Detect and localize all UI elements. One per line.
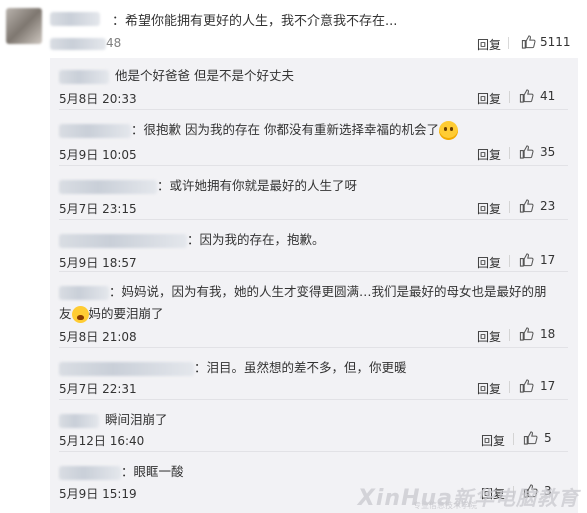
watermark-latin: XinHua (357, 486, 453, 511)
like-count: 17 (540, 378, 556, 393)
reply-list: 他是个好爸爸 但是不是个好丈夫 5月8日 20:33 回复 41 ：很抱歉 因为… (50, 58, 578, 513)
comment-date: 5月8日 21:08 (59, 330, 137, 344)
like-button[interactable]: 18 (519, 326, 555, 341)
list-item: 他是个好爸爸 但是不是个好丈夫 5月8日 20:33 回复 41 (50, 58, 578, 110)
sad-emoji-icon (438, 121, 458, 140)
list-item: ：因为我的存在，抱歉。 5月9日 18:57 回复 17 (50, 220, 578, 272)
username-blurred[interactable] (50, 12, 100, 26)
comment-text: ：眼眶一酸 (121, 464, 184, 479)
comment-date: 5月8日 20:33 (59, 92, 137, 106)
like-button[interactable]: 41 (519, 88, 555, 103)
comment-date: 48 (50, 36, 121, 50)
like-button[interactable]: 23 (519, 198, 555, 213)
comment-text: 瞬间泪崩了 (105, 412, 168, 427)
like-count: 23 (540, 198, 556, 213)
watermark-cn: 新华电脑教育 (453, 486, 579, 510)
username-blurred[interactable] (59, 465, 121, 480)
username-blurred[interactable] (59, 69, 109, 84)
top-comment: ：希望你能拥有更好的人生，我不介意我不存在... 48 回复 5111 (0, 0, 587, 58)
like-count: 35 (540, 144, 556, 159)
username-blurred[interactable] (59, 179, 157, 194)
reply-button[interactable]: 回复 (477, 200, 501, 217)
like-button[interactable]: 5111 (521, 34, 571, 49)
like-button[interactable]: 17 (519, 378, 555, 393)
comment-text: ：希望你能拥有更好的人生，我不介意我不存在... (112, 14, 398, 29)
comment-date: 5月9日 10:05 (59, 148, 137, 162)
like-count: 41 (540, 88, 556, 103)
divider (509, 147, 510, 159)
divider (508, 37, 509, 49)
divider (509, 329, 510, 341)
comment-date: 5月9日 15:19 (59, 487, 137, 501)
comment-text-cont: 妈的要泪崩了 (88, 306, 164, 321)
username-blurred[interactable] (59, 233, 187, 248)
date-blurred (50, 37, 106, 50)
thumbs-up-icon (519, 199, 534, 213)
comment-text: 他是个好爸爸 但是不是个好丈夫 (115, 68, 294, 83)
comment-text: ：因为我的存在，抱歉。 (187, 232, 325, 247)
divider (513, 433, 514, 445)
divider (509, 201, 510, 213)
comment-text: ：很抱歉 因为我的存在 你都没有重新选择幸福的机会了 (131, 122, 439, 137)
reply-button[interactable]: 回复 (477, 380, 501, 397)
list-item: ：泪目。虽然想的差不多，但，你更暖 5月7日 22:31 回复 17 (50, 348, 578, 400)
like-count: 18 (540, 326, 556, 341)
thumbs-up-icon (519, 327, 534, 341)
comment-text: ：泪目。虽然想的差不多，但，你更暖 (194, 360, 407, 375)
username-blurred[interactable] (59, 413, 99, 428)
like-count: 5111 (540, 34, 571, 49)
divider (509, 381, 510, 393)
comment-date: 5月9日 18:57 (59, 256, 137, 270)
comment-text: ：或许她拥有你就是最好的人生了呀 (157, 178, 358, 193)
like-button[interactable]: 17 (519, 252, 555, 267)
reply-button[interactable]: 回复 (481, 432, 505, 449)
comment-date: 5月12日 16:40 (59, 434, 145, 448)
username-blurred[interactable] (59, 123, 131, 138)
divider (509, 91, 510, 103)
crying-emoji-icon (71, 306, 89, 323)
avatar[interactable] (6, 8, 42, 44)
comment-date: 5月7日 22:31 (59, 382, 137, 396)
thumbs-up-icon (519, 379, 534, 393)
thumbs-up-icon (519, 145, 534, 159)
reply-button[interactable]: 回复 (477, 254, 501, 271)
comment-text: ：妈妈说，因为有我，她的人生才变得更圆满…我们是最好的母女也是最好的朋 (109, 284, 547, 299)
comment-date: 5月7日 23:15 (59, 202, 137, 216)
reply-button[interactable]: 回复 (477, 36, 501, 53)
list-item: ：很抱歉 因为我的存在 你都没有重新选择幸福的机会了 5月9日 10:05 回复… (50, 110, 578, 166)
like-count: 5 (544, 430, 552, 445)
like-button[interactable]: 5 (523, 430, 552, 445)
list-item: ：或许她拥有你就是最好的人生了呀 5月7日 23:15 回复 23 (50, 166, 578, 220)
list-item: 瞬间泪崩了 5月12日 16:40 回复 5 (50, 400, 578, 452)
like-count: 17 (540, 252, 556, 267)
thumbs-up-icon (519, 253, 534, 267)
thumbs-up-icon (521, 35, 536, 49)
username-blurred[interactable] (59, 285, 109, 300)
thumbs-up-icon (519, 89, 534, 103)
watermark-logo: XinHua新华电脑教育 (358, 482, 579, 511)
list-item: ：妈妈说，因为有我，她的人生才变得更圆满…我们是最好的母女也是最好的朋 友 妈的要… (50, 272, 578, 348)
username-blurred[interactable] (59, 361, 194, 376)
thumbs-up-icon (523, 431, 538, 445)
like-button[interactable]: 35 (519, 144, 555, 159)
reply-button[interactable]: 回复 (477, 146, 501, 163)
reply-button[interactable]: 回复 (477, 90, 501, 107)
comment-text-cont: 友 (59, 306, 72, 321)
divider (509, 255, 510, 267)
reply-button[interactable]: 回复 (477, 328, 501, 345)
